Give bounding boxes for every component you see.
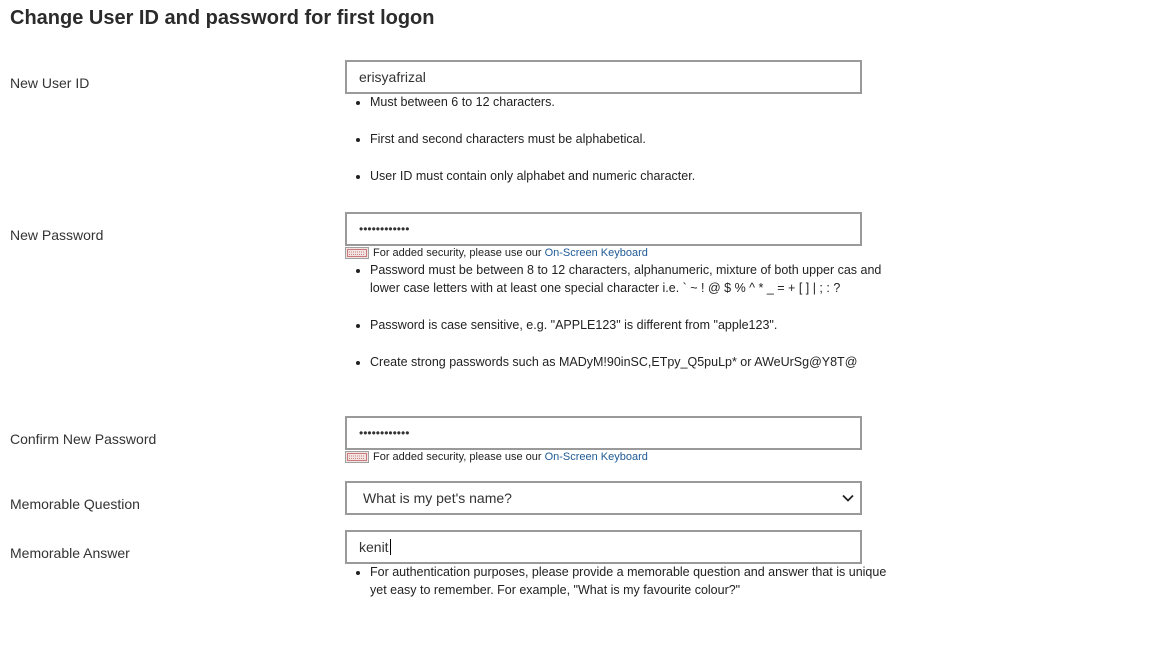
page-title: Change User ID and password for first lo… — [10, 7, 435, 29]
keyboard-icon[interactable] — [345, 451, 369, 463]
new-password-label: New Password — [10, 227, 104, 243]
on-screen-keyboard-link[interactable]: On-Screen Keyboard — [545, 451, 648, 463]
list-item: For authentication purposes, please prov… — [370, 563, 900, 599]
text-cursor — [389, 539, 391, 555]
new-password-keyboard-note: For added security, please use our On-Sc… — [345, 247, 648, 259]
user-id-input[interactable]: erisyafrizal — [345, 60, 862, 94]
confirm-password-label: Confirm New Password — [10, 431, 157, 447]
list-item: Password must be between 8 to 12 charact… — [370, 261, 900, 297]
confirm-password-input[interactable]: •••••••••••• — [345, 416, 862, 450]
memorable-question-select[interactable]: What is my pet's name? — [345, 481, 862, 515]
first-logon-page: Change User ID and password for first lo… — [0, 0, 1152, 648]
keyboard-note-text: For added security, please use our — [373, 247, 542, 259]
keyboard-icon[interactable] — [345, 247, 369, 259]
memorable-question-value: What is my pet's name? — [363, 490, 512, 506]
confirm-password-keyboard-note: For added security, please use our On-Sc… — [345, 451, 648, 463]
memorable-answer-label: Memorable Answer — [10, 545, 130, 561]
user-id-rules: Must between 6 to 12 characters. First a… — [352, 93, 900, 185]
list-item: First and second characters must be alph… — [370, 130, 900, 148]
memorable-answer-rules: For authentication purposes, please prov… — [352, 563, 900, 599]
list-item: User ID must contain only alphabet and n… — [370, 167, 900, 185]
list-item: Must between 6 to 12 characters. — [370, 93, 900, 111]
memorable-answer-value: kenit — [359, 539, 389, 555]
password-rules: Password must be between 8 to 12 charact… — [352, 261, 900, 371]
list-item: Create strong passwords such as MADyM!90… — [370, 353, 900, 371]
new-password-input[interactable]: •••••••••••• — [345, 212, 862, 246]
confirm-password-value: •••••••••••• — [359, 426, 410, 440]
memorable-question-label: Memorable Question — [10, 496, 140, 512]
user-id-value: erisyafrizal — [359, 69, 426, 85]
memorable-answer-input[interactable]: kenit — [345, 530, 862, 564]
keyboard-note-text: For added security, please use our — [373, 451, 542, 463]
user-id-label: New User ID — [10, 75, 90, 91]
list-item: Password is case sensitive, e.g. "APPLE1… — [370, 316, 900, 334]
new-password-value: •••••••••••• — [359, 222, 410, 236]
on-screen-keyboard-link[interactable]: On-Screen Keyboard — [545, 247, 648, 259]
chevron-down-icon — [842, 494, 854, 502]
